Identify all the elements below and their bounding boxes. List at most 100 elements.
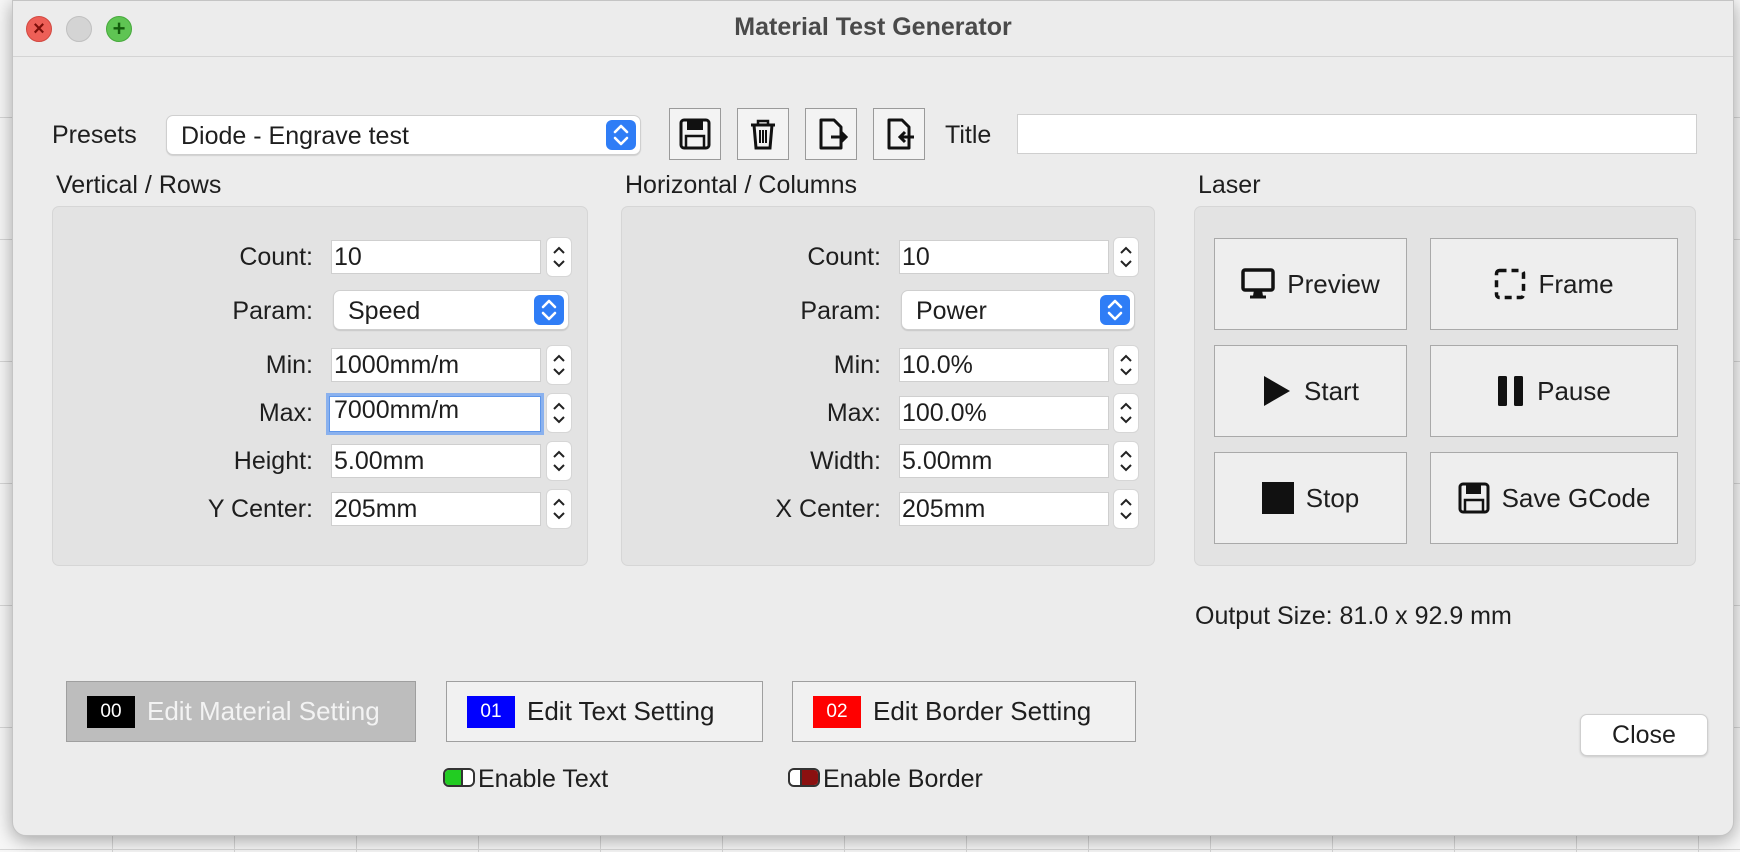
frame-button[interactable]: Frame — [1430, 238, 1678, 330]
rows-ycenter-input[interactable]: 205mm — [331, 492, 541, 526]
import-preset-button[interactable] — [873, 108, 925, 160]
pause-icon — [1498, 376, 1524, 406]
rows-count-label: Count: — [239, 243, 313, 271]
cols-param-label: Param: — [800, 297, 881, 325]
frame-label: Frame — [1538, 268, 1614, 299]
title-bar: × + Material Test Generator — [13, 1, 1733, 57]
rows-max-input[interactable]: 7000mm/m — [326, 393, 544, 435]
stepper-arrows-icon — [553, 450, 565, 472]
cols-param-value: Power — [916, 297, 987, 325]
edit-material-setting-button[interactable]: 00 Edit Material Setting — [66, 681, 416, 742]
floppy-disk-icon — [1458, 482, 1490, 514]
cols-xcenter-label: X Center: — [775, 495, 881, 523]
stop-icon — [1261, 482, 1294, 514]
window-title: Material Test Generator — [734, 13, 1012, 41]
preview-label: Preview — [1287, 268, 1380, 299]
close-button[interactable]: Close — [1580, 714, 1708, 756]
play-icon — [1264, 376, 1291, 406]
rows-height-input[interactable]: 5.00mm — [331, 444, 541, 478]
title-label: Title — [945, 121, 992, 149]
stepper-arrows-icon — [1120, 402, 1132, 424]
stepper-arrows-icon — [553, 246, 565, 268]
trash-icon — [751, 119, 775, 150]
stop-label: Stop — [1305, 482, 1360, 513]
presets-selected-value: Diode - Engrave test — [181, 122, 409, 150]
file-import-icon — [887, 118, 914, 150]
rows-height-stepper[interactable] — [546, 441, 572, 481]
chevron-updown-icon — [606, 120, 636, 150]
rows-param-value: Speed — [348, 297, 421, 325]
save-gcode-button[interactable]: Save GCode — [1430, 452, 1678, 544]
cols-width-input[interactable]: 5.00mm — [899, 444, 1109, 478]
cols-heading: Horizontal / Columns — [625, 171, 858, 199]
cols-count-input[interactable]: 10 — [899, 240, 1109, 274]
export-preset-button[interactable] — [805, 108, 857, 160]
start-button[interactable]: Start — [1214, 345, 1407, 437]
cols-xcenter-stepper[interactable] — [1113, 489, 1139, 529]
rows-count-stepper[interactable] — [546, 237, 572, 277]
cols-max-input[interactable]: 100.0% — [899, 396, 1109, 430]
presets-select[interactable]: Diode - Engrave test — [166, 115, 641, 155]
pause-button[interactable]: Pause — [1430, 345, 1678, 437]
preview-button[interactable]: Preview — [1214, 238, 1407, 330]
title-input[interactable] — [1017, 114, 1697, 154]
rows-height-label: Height: — [233, 447, 313, 475]
stepper-arrows-icon — [1120, 450, 1132, 472]
cols-param-select[interactable]: Power — [901, 290, 1135, 330]
cols-count-stepper[interactable] — [1113, 237, 1139, 277]
rows-param-label: Param: — [232, 297, 313, 325]
pause-label: Pause — [1537, 375, 1611, 406]
start-label: Start — [1304, 375, 1359, 406]
cols-width-stepper[interactable] — [1113, 441, 1139, 481]
material-test-dialog: × + Material Test Generator Presets Diod… — [12, 0, 1734, 836]
presets-label: Presets — [52, 121, 137, 149]
rows-param-select[interactable]: Speed — [333, 290, 569, 330]
cols-count-label: Count: — [807, 243, 881, 271]
stepper-arrows-icon — [553, 498, 565, 520]
monitor-icon — [1241, 268, 1275, 299]
laser-heading: Laser — [1198, 171, 1261, 199]
cols-max-label: Max: — [826, 399, 881, 427]
rows-max-stepper[interactable] — [546, 393, 572, 433]
stepper-arrows-icon — [553, 354, 565, 376]
stop-button[interactable]: Stop — [1214, 452, 1407, 544]
delete-preset-button[interactable] — [737, 108, 789, 160]
chevron-updown-icon — [1100, 295, 1130, 325]
edit-border-setting-button[interactable]: 02 Edit Border Setting — [792, 681, 1136, 742]
rows-max-label: Max: — [258, 399, 313, 427]
output-size: Output Size: 81.0 x 92.9 mm — [1195, 602, 1512, 630]
edit-text-setting-button[interactable]: 01 Edit Text Setting — [446, 681, 763, 742]
stepper-arrows-icon — [1120, 498, 1132, 520]
rows-ycenter-label: Y Center: — [207, 495, 313, 523]
file-export-icon — [819, 118, 848, 150]
stepper-arrows-icon — [1120, 354, 1132, 376]
rows-ycenter-stepper[interactable] — [546, 489, 572, 529]
rows-count-input[interactable]: 10 — [331, 240, 541, 274]
edit-border-label: Edit Border Setting — [873, 696, 1092, 726]
dashed-frame-icon — [1495, 268, 1526, 300]
cols-width-label: Width: — [810, 447, 881, 475]
enable-text-label: Enable Text — [478, 765, 609, 793]
cols-min-input[interactable]: 10.0% — [899, 348, 1109, 382]
enable-border-toggle[interactable] — [788, 768, 820, 787]
rows-heading: Vertical / Rows — [56, 171, 222, 199]
enable-text-toggle[interactable] — [443, 768, 475, 787]
edit-material-label: Edit Material Setting — [147, 696, 380, 726]
enable-border-label: Enable Border — [823, 765, 983, 793]
layer-swatch-01: 01 — [467, 695, 515, 728]
chevron-updown-icon — [534, 295, 564, 325]
rows-min-label: Min: — [265, 351, 313, 379]
edit-text-label: Edit Text Setting — [527, 696, 715, 726]
rows-min-input[interactable]: 1000mm/m — [331, 348, 541, 382]
save-preset-button[interactable] — [669, 108, 721, 160]
rows-min-stepper[interactable] — [546, 345, 572, 385]
stepper-arrows-icon — [553, 402, 565, 424]
cols-min-stepper[interactable] — [1113, 345, 1139, 385]
save-gcode-label: Save GCode — [1501, 482, 1651, 513]
cols-xcenter-input[interactable]: 205mm — [899, 492, 1109, 526]
stepper-arrows-icon — [1120, 246, 1132, 268]
cols-max-stepper[interactable] — [1113, 393, 1139, 433]
layer-swatch-02: 02 — [813, 695, 861, 728]
cols-min-label: Min: — [833, 351, 881, 379]
floppy-disk-icon — [679, 118, 711, 150]
